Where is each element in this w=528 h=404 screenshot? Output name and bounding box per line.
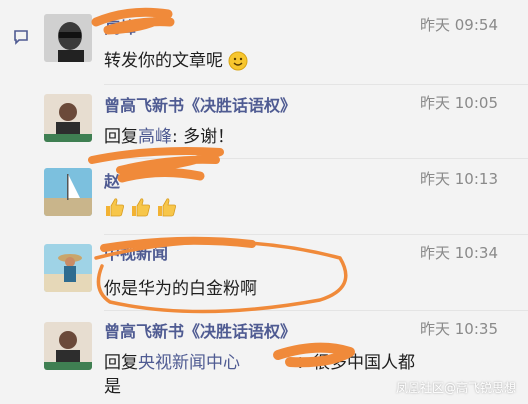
avatar[interactable] [44, 94, 92, 142]
avatar[interactable] [44, 244, 92, 292]
avatar[interactable] [44, 168, 92, 216]
comment-time: 昨天 10:05 [420, 94, 498, 112]
reply-prefix: 回复 [104, 353, 138, 373]
thumbs-up-icon [106, 198, 124, 217]
comment-time: 昨天 10:35 [420, 320, 498, 338]
commenter-name[interactable]: 赵 [104, 168, 120, 192]
comment-text-body: 转发你的文章呢 [104, 51, 223, 71]
thumbs-up-icon [158, 198, 176, 217]
comment-text: 转发你的文章呢 [104, 46, 248, 71]
comment-row: 中视新闻 昨天 10:34 你是华为的白金粉啊 [0, 234, 528, 310]
thumbs-up-icon [132, 198, 150, 217]
comment-text: 回复高峰: 多谢！ [104, 122, 234, 147]
commenter-name[interactable]: 曾高飞新书《决胜话语权》 [104, 92, 296, 116]
comment-row: 曾高飞新书《决胜话语权》 昨天 10:05 回复高峰: 多谢！ [0, 84, 528, 158]
avatar[interactable] [44, 322, 92, 370]
reply-target-link[interactable]: 高峰 [138, 127, 172, 147]
watermark: 凤凰社区@高飞锐思想 [395, 381, 516, 395]
reply-text: : 多谢！ [172, 127, 235, 147]
commenter-name[interactable]: 曾高飞新书《决胜话语权》 [104, 318, 296, 342]
reply-prefix: 回复 [104, 127, 138, 147]
comment-text-continued: 是 [104, 377, 121, 397]
comment-row: 赵 昨天 10:13 [0, 158, 528, 234]
commenter-name[interactable]: 高峰 [104, 14, 136, 38]
comment-time: 昨天 10:13 [420, 170, 498, 188]
smile-emoji-icon [228, 51, 248, 71]
avatar[interactable] [44, 14, 92, 62]
comment-row: 高峰 昨天 09:54 转发你的文章呢 [0, 0, 528, 82]
comment-text: 你是华为的白金粉啊 [104, 279, 257, 299]
comment-time: 昨天 10:34 [420, 244, 498, 262]
comment-time: 昨天 09:54 [420, 16, 498, 34]
thumbs-up-emojis [104, 196, 178, 218]
comment-text: 回复央视新闻中心 ：很多中国人都 [104, 348, 415, 373]
reply-target-link[interactable]: 央视新闻中心 [138, 353, 240, 373]
reply-text: ：很多中国人都 [296, 353, 415, 373]
commenter-name[interactable]: 中视新闻 [104, 240, 168, 264]
